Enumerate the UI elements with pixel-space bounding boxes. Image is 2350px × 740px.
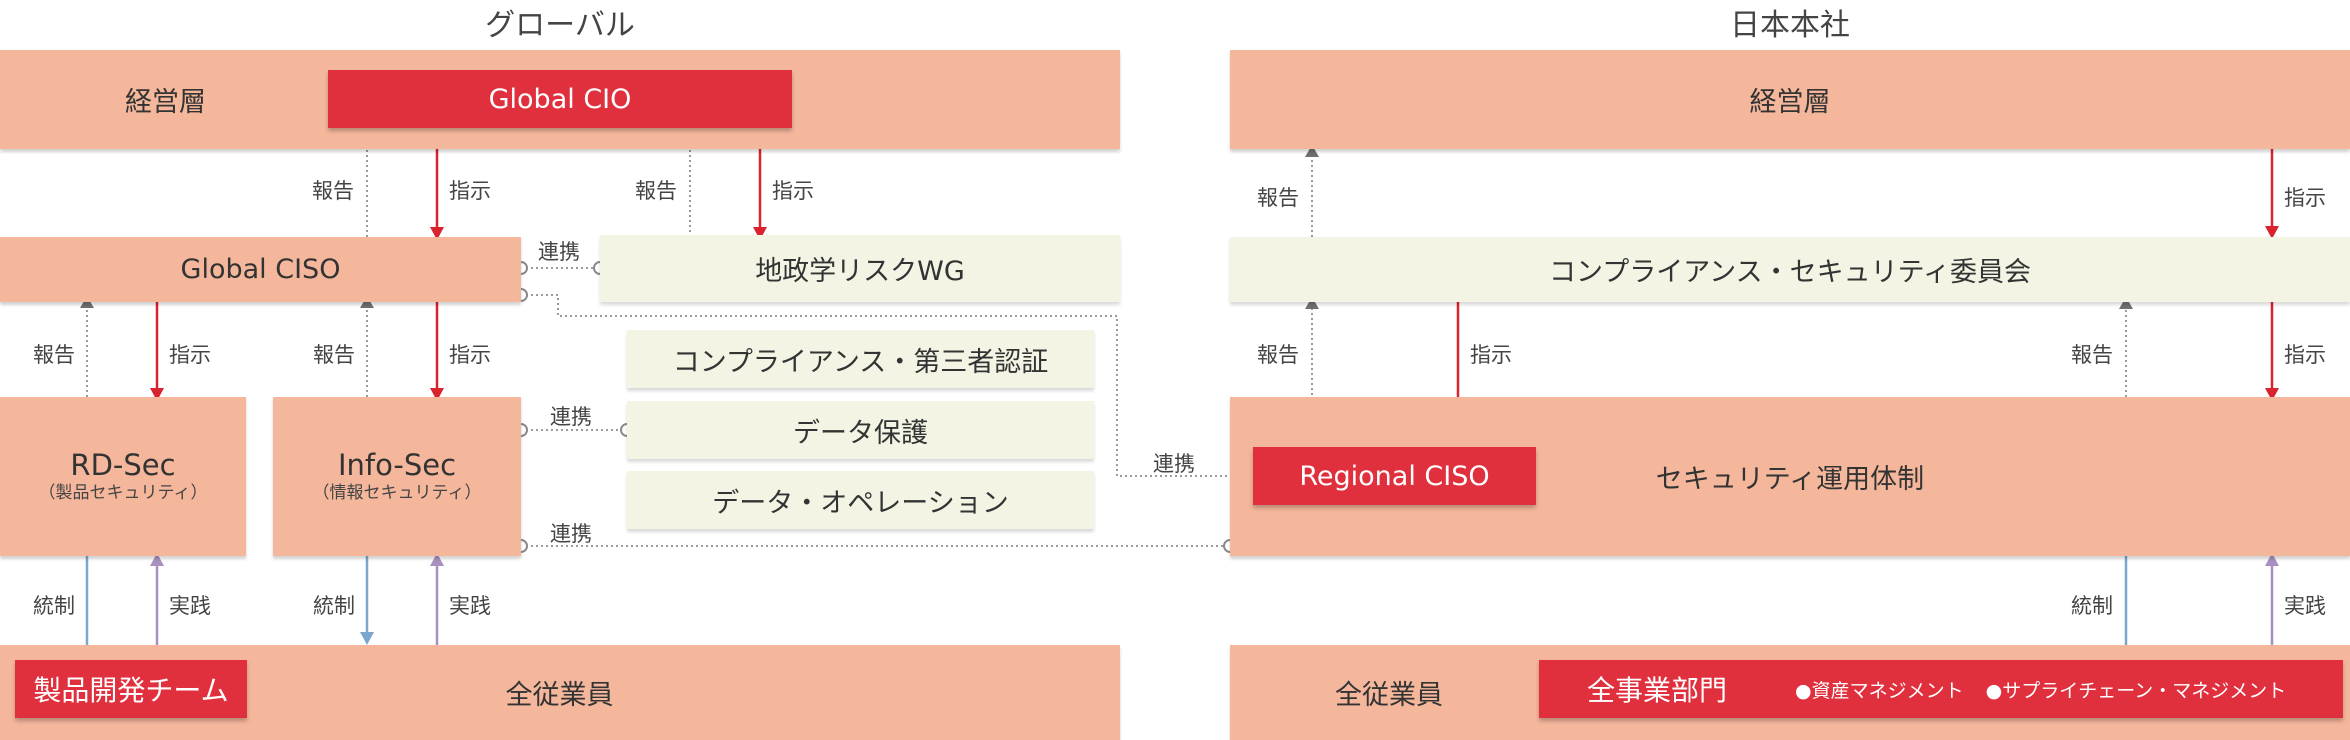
japan-ops-label: セキュリティ運用体制: [1655, 464, 1925, 495]
global-employees-label: 全従業員: [505, 680, 614, 711]
label-govern-1: 統制: [33, 594, 75, 618]
japan-mgmt-box: 経営層: [1230, 50, 2350, 149]
label-instruct-3: 指示: [169, 343, 211, 367]
committee-label: コンプライアンス・セキュリティ委員会: [1549, 257, 2031, 288]
label-report-3: 報告: [33, 343, 75, 367]
label-link-2: 連携: [550, 405, 592, 429]
infosec-box: Info-Sec （情報セキュリティ）: [273, 397, 521, 556]
data-protection-box: データ保護: [627, 401, 1094, 459]
label-instruct-1: 指示: [449, 179, 491, 203]
product-team-box: 製品開発チーム: [15, 660, 247, 718]
regional-ciso-box: Regional CISO: [1253, 447, 1536, 505]
global-cio-label: Global CIO: [488, 83, 632, 115]
compliance-label: コンプライアンス・第三者認証: [672, 346, 1049, 378]
japan-header: 日本本社: [1730, 8, 1850, 43]
label-link-4: 連携: [550, 522, 592, 546]
label-report-1: 報告: [312, 179, 354, 203]
label-govern-jp: 統制: [2071, 594, 2113, 618]
rdsec-title: RD-Sec: [70, 448, 176, 483]
label-report-jp-2: 報告: [1257, 343, 1299, 367]
global-cio-box: Global CIO: [328, 70, 792, 128]
rdsec-box: RD-Sec （製品セキュリティ）: [0, 397, 246, 556]
label-instruct-jp-1: 指示: [2284, 186, 2326, 210]
label-practice-2: 実践: [449, 594, 491, 618]
label-instruct-jp-3: 指示: [2284, 343, 2326, 367]
data-ops-label: データ・オペレーション: [712, 487, 1009, 519]
infosec-title: Info-Sec: [337, 448, 457, 483]
global-mgmt-label: 経営層: [125, 87, 206, 118]
global-ciso-box: Global CISO: [0, 237, 521, 302]
label-link-3: 連携: [1153, 452, 1195, 476]
all-divisions-box: 全事業部門 ●資産マネジメント ●サプライチェーン・マネジメント: [1539, 660, 2343, 718]
global-header: グローバル: [485, 8, 635, 43]
rdsec-subtitle: （製品セキュリティ）: [38, 483, 208, 504]
label-report-4: 報告: [313, 343, 355, 367]
data-protection-label: データ保護: [793, 417, 928, 449]
label-practice-jp: 実践: [2284, 594, 2326, 618]
label-instruct-jp-2: 指示: [1470, 343, 1512, 367]
product-team-label: 製品開発チーム: [33, 674, 229, 707]
label-report-2: 報告: [635, 179, 677, 203]
compliance-box: コンプライアンス・第三者認証: [627, 330, 1094, 388]
global-ciso-label: Global CISO: [180, 254, 341, 285]
infosec-subtitle: （情報セキュリティ）: [312, 483, 482, 504]
committee-box: コンプライアンス・セキュリティ委員会: [1230, 237, 2350, 302]
japan-mgmt-label: 経営層: [1749, 87, 1831, 118]
label-instruct-4: 指示: [449, 343, 491, 367]
bullet-asset-mgmt: ●資産マネジメント: [1795, 679, 1964, 702]
label-link-1: 連携: [538, 240, 580, 264]
geopolitical-wg-label: 地政学リスクWG: [755, 256, 965, 287]
label-report-jp-3: 報告: [2071, 343, 2113, 367]
all-divisions-label: 全事業部門: [1587, 674, 1728, 707]
data-ops-box: データ・オペレーション: [627, 471, 1094, 529]
bullet-supply-chain: ●サプライチェーン・マネジメント: [1985, 679, 2287, 702]
geopolitical-wg-box: 地政学リスクWG: [600, 235, 1120, 302]
label-govern-2: 統制: [313, 594, 355, 618]
regional-ciso-label: Regional CISO: [1299, 460, 1490, 492]
label-report-jp-1: 報告: [1257, 186, 1299, 210]
label-practice-1: 実践: [169, 594, 211, 618]
japan-employees-label: 全従業員: [1335, 680, 1443, 711]
label-instruct-2: 指示: [772, 179, 814, 203]
